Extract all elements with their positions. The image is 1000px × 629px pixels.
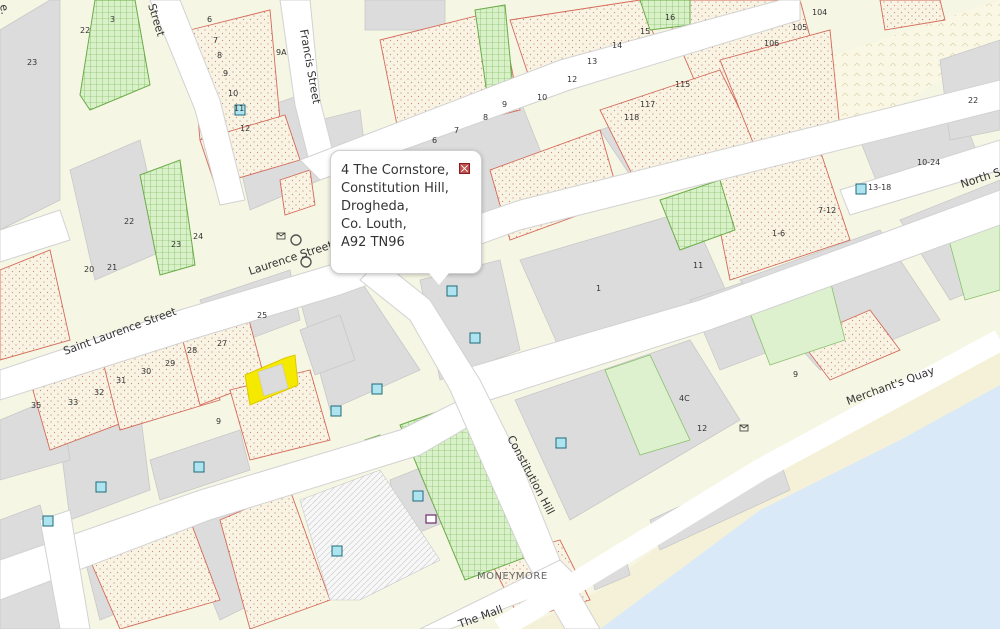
building-number: 12 [567, 75, 577, 84]
building-number: 7 [213, 36, 218, 45]
building-number: 8 [483, 113, 488, 122]
address-marker-icon[interactable] [412, 490, 424, 502]
area-label-moneymore: MONEYMORE [477, 571, 548, 582]
building-number: 3 [110, 15, 115, 24]
address-marker-icon[interactable] [855, 183, 867, 195]
building-number: 30 [141, 367, 151, 376]
building-number: 31 [116, 376, 126, 385]
building-number: 6 [432, 136, 437, 145]
building-number: 105 [792, 23, 807, 32]
building-number: 21 [107, 263, 117, 272]
address-line: Drogheda, [341, 199, 409, 214]
address-marker-icon[interactable] [95, 481, 107, 493]
building-number: 11 [234, 104, 244, 113]
building-number: 9 [793, 370, 798, 379]
building-number: 9 [216, 417, 221, 426]
building-number: 7 [454, 126, 459, 135]
building-number: 12 [697, 424, 707, 433]
address-marker-icon[interactable] [331, 545, 343, 557]
building-number: 10-24 [917, 158, 940, 167]
building-number: 27 [217, 339, 227, 348]
building-number: 4C [679, 394, 690, 403]
building-number: 9A [276, 48, 287, 57]
building-number: 106 [764, 39, 779, 48]
address-line: Co. Louth, [341, 217, 407, 232]
building-number: 32 [94, 388, 104, 397]
building-number: 115 [675, 80, 690, 89]
bus-stop-icon [425, 514, 437, 524]
building-number: 12 [240, 124, 250, 133]
address-marker-icon[interactable] [469, 332, 481, 344]
address-marker-icon[interactable] [446, 285, 458, 297]
building-number: 10 [228, 89, 238, 98]
building-number: 29 [165, 359, 175, 368]
building-number: 10 [537, 93, 547, 102]
map-canvas[interactable]: Francis Street Laurence Street Saint Lau… [0, 0, 1000, 629]
building-number: 22 [968, 96, 978, 105]
building-number: 6 [207, 15, 212, 24]
building-number: 1 [596, 284, 601, 293]
building-number: 104 [812, 8, 827, 17]
building-number: 14 [612, 41, 622, 50]
building-number: 28 [187, 346, 197, 355]
address-marker-icon[interactable] [193, 461, 205, 473]
building-number: 9 [223, 69, 228, 78]
building-number: 9 [502, 100, 507, 109]
building-number: 35 [31, 401, 41, 410]
building-number: 117 [640, 100, 655, 109]
building-number: 13-18 [868, 183, 891, 192]
address-marker-icon[interactable] [555, 437, 567, 449]
map-layer[interactable]: Francis Street Laurence Street Saint Lau… [0, 0, 1000, 629]
building-number: 22 [80, 26, 90, 35]
building-number: 20 [84, 265, 94, 274]
building-number: 24 [193, 232, 203, 241]
building-number: 15 [640, 27, 650, 36]
building-number: 23 [27, 58, 37, 67]
address-popup: 4 The Cornstore, Constitution Hill, Drog… [330, 150, 482, 285]
address-line: A92 TN96 [341, 235, 405, 250]
address-line: 4 The Cornstore, [341, 163, 450, 178]
building-number: 1-6 [772, 229, 785, 238]
building-number: 118 [624, 113, 639, 122]
building-number: 7-12 [818, 206, 836, 215]
address-marker-icon[interactable] [330, 405, 342, 417]
building-number: 13 [587, 57, 597, 66]
building-number: 25 [257, 311, 267, 320]
building-number: 33 [68, 398, 78, 407]
building-number: 8 [217, 51, 222, 60]
address-marker-icon[interactable] [371, 383, 383, 395]
close-icon[interactable] [459, 163, 470, 174]
address-marker-icon[interactable] [42, 515, 54, 527]
building-number: 16 [665, 13, 675, 22]
building-number: 22 [124, 217, 134, 226]
address-line: Constitution Hill, [341, 181, 449, 196]
address-text: 4 The Cornstore, Constitution Hill, Drog… [341, 162, 449, 252]
building-number: 23 [171, 240, 181, 249]
building-number: 11 [693, 261, 703, 270]
